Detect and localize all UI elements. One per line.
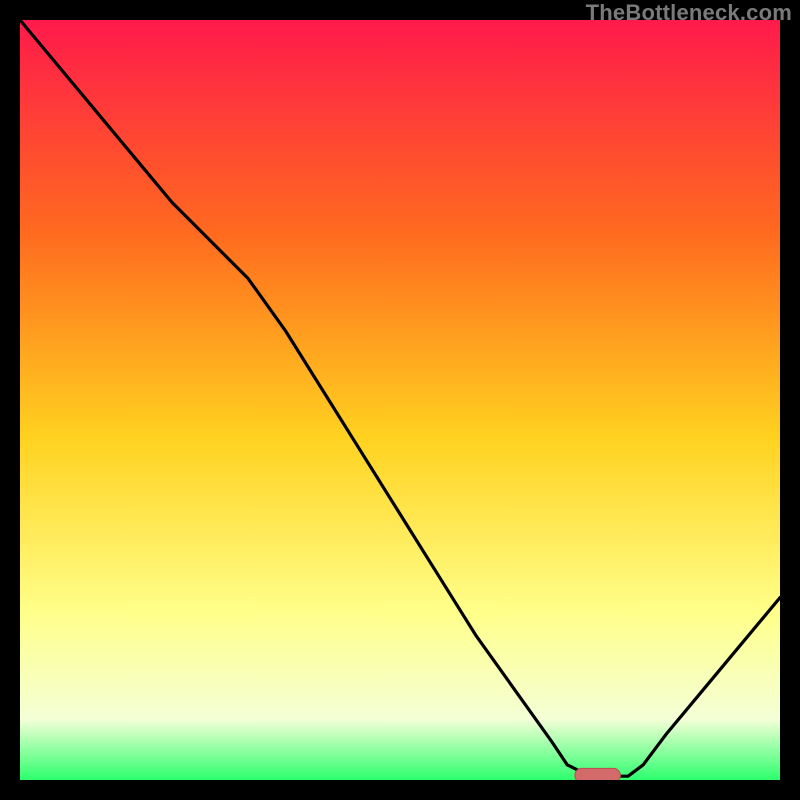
bottleneck-chart xyxy=(20,20,780,780)
chart-frame: TheBottleneck.com xyxy=(0,0,800,800)
gradient-background xyxy=(20,20,780,780)
optimal-range-marker xyxy=(575,768,621,780)
plot-area xyxy=(20,20,780,780)
